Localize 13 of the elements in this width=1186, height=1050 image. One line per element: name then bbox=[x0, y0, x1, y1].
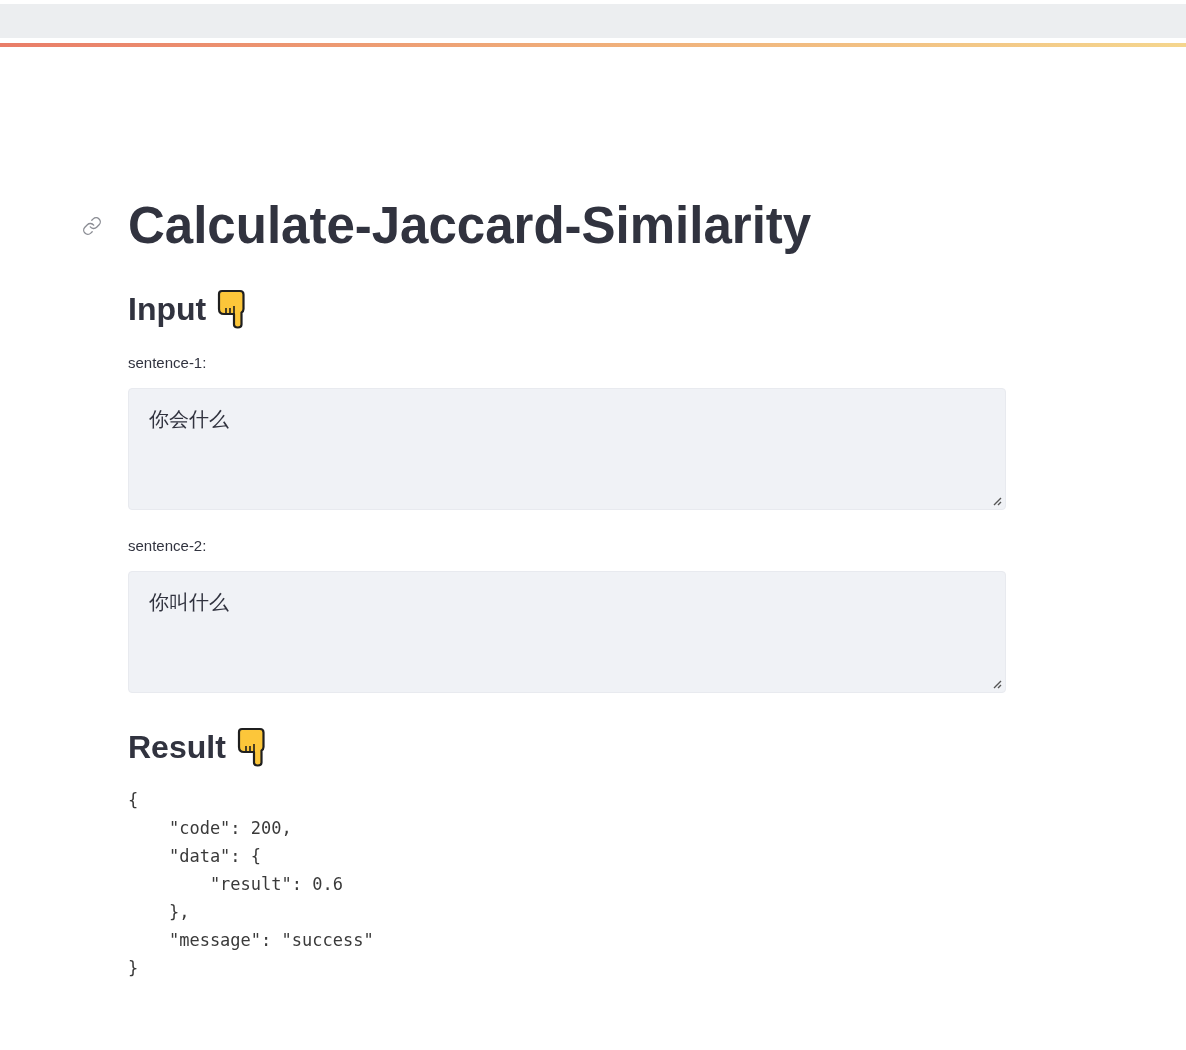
section-heading: Result bbox=[128, 728, 226, 767]
section-heading: Input bbox=[128, 290, 207, 329]
pointing-down-hand-icon bbox=[235, 727, 266, 767]
resize-handle-icon[interactable] bbox=[993, 497, 1002, 506]
sentence-input-field[interactable]: 你会什么 bbox=[128, 388, 1006, 510]
sentence-input-field[interactable]: 你叫什么 bbox=[128, 571, 1006, 693]
resize-handle-icon[interactable] bbox=[993, 680, 1002, 689]
field-label: sentence-2: bbox=[128, 536, 207, 556]
link-icon[interactable] bbox=[82, 215, 102, 236]
pointing-down-hand-icon bbox=[216, 289, 247, 329]
field-label: sentence-1: bbox=[128, 353, 207, 373]
json-output: { "code": 200, "data": { "result": 0.6 }, "message": "success" } bbox=[128, 789, 374, 980]
page-title: Calculate-Jaccard-Similarity bbox=[128, 196, 812, 256]
